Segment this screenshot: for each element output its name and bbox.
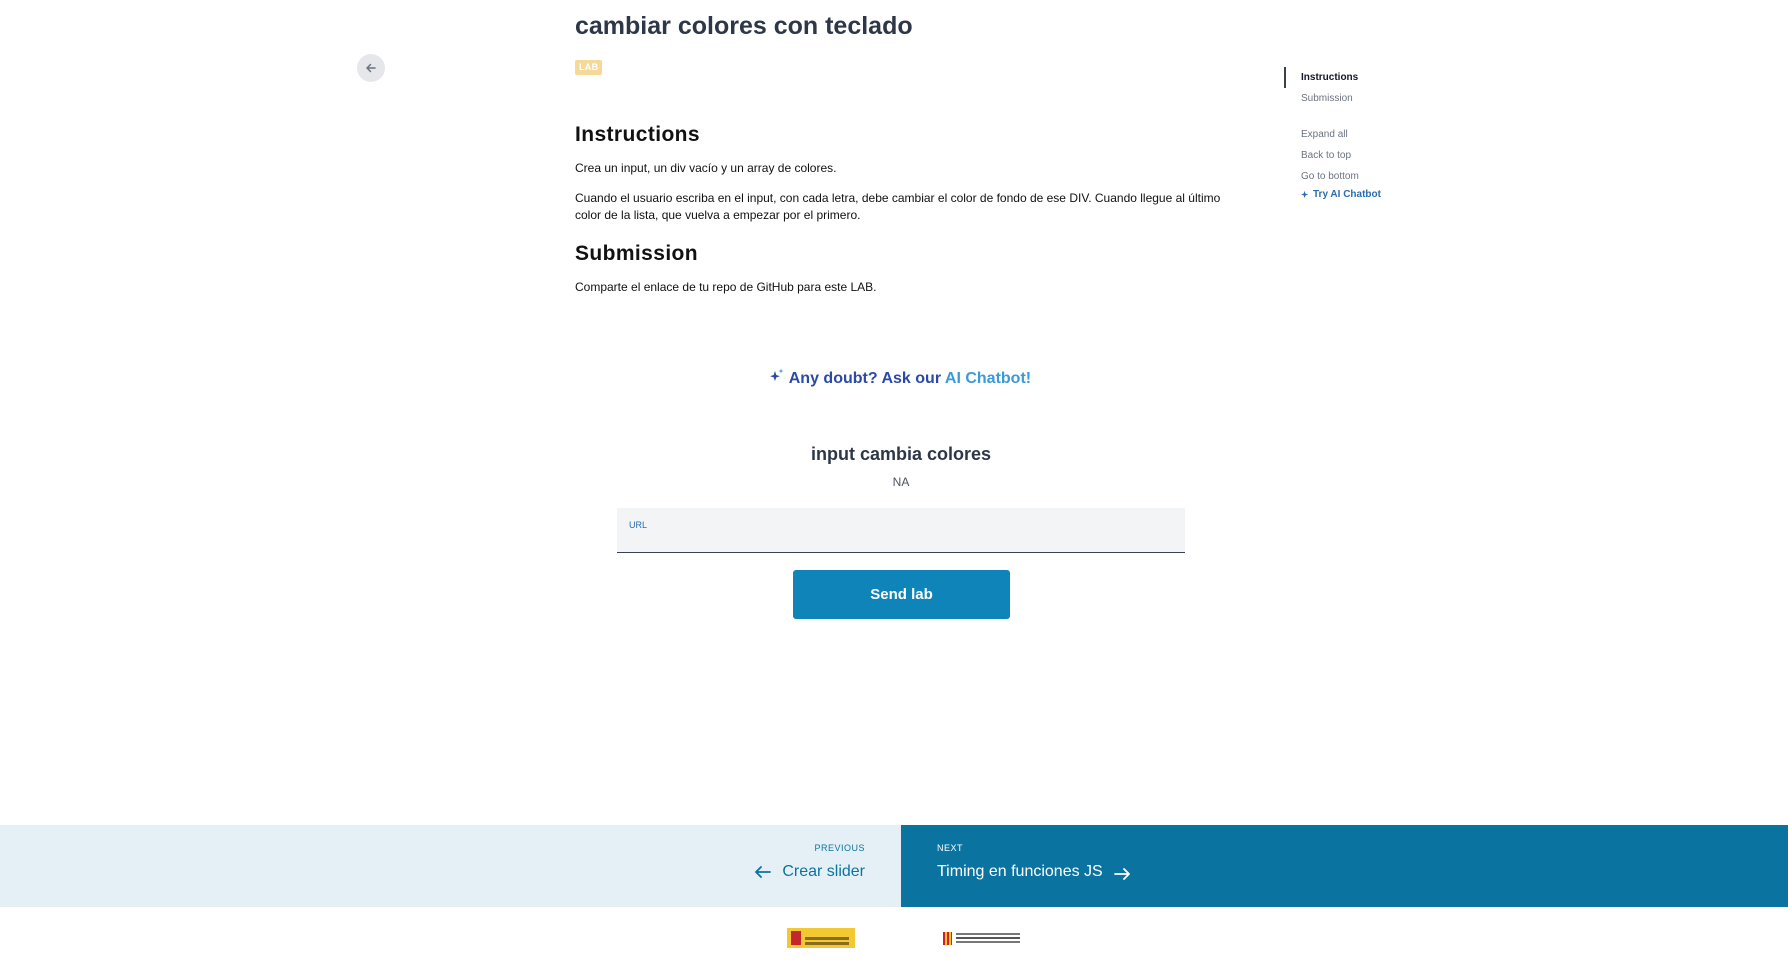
url-label: URL — [629, 520, 648, 530]
arrow-right-icon — [1113, 868, 1130, 880]
toc-ai-label: Try AI Chatbot — [1313, 189, 1381, 200]
instructions-heading: Instructions — [575, 123, 700, 146]
toc-item-submission[interactable]: Submission — [1301, 93, 1353, 104]
lab-badge: LAB — [575, 60, 603, 75]
chatbot-prefix: Any doubt? Ask our — [788, 370, 945, 387]
sparkle-icon — [1301, 190, 1309, 199]
next-title: Timing en funciones JS — [937, 863, 1103, 880]
toc-back-to-top[interactable]: Back to top — [1301, 150, 1351, 161]
previous-label: PREVIOUS — [814, 843, 865, 853]
arrow-left-icon — [366, 63, 376, 73]
generalitat-catalunya-logo — [943, 928, 1023, 948]
previous-lesson-link[interactable]: PREVIOUS Crear slider — [0, 825, 901, 907]
next-lesson-link[interactable]: NEXT Timing en funciones JS — [901, 825, 1788, 907]
send-lab-button[interactable]: Send lab — [793, 570, 1010, 619]
toc-item-instructions[interactable]: Instructions — [1301, 72, 1358, 83]
ai-chatbot-link[interactable]: Any doubt? Ask our AI Chatbot! — [0, 368, 1788, 388]
toc-try-ai-chatbot[interactable]: Try AI Chatbot — [1301, 189, 1381, 200]
arrow-left-icon — [755, 866, 772, 878]
form-subtitle: NA — [892, 475, 910, 489]
next-label: NEXT — [937, 843, 964, 853]
instructions-paragraph-2: Cuando el usuario escriba en el input, c… — [575, 191, 1221, 222]
toc-go-to-bottom[interactable]: Go to bottom — [1301, 171, 1359, 182]
toc-expand-all[interactable]: Expand all — [1301, 129, 1348, 140]
submission-heading: Submission — [575, 242, 699, 265]
sparkle-icon — [769, 368, 784, 381]
url-field[interactable]: URL — [617, 508, 1185, 553]
toc-active-indicator — [1284, 67, 1286, 88]
previous-title: Crear slider — [782, 863, 865, 880]
back-button[interactable] — [357, 54, 385, 82]
submission-paragraph: Comparte el enlace de tu repo de GitHub … — [575, 280, 877, 294]
chatbot-link-text: AI Chatbot! — [944, 370, 1032, 387]
spain-government-logo — [787, 928, 855, 948]
url-input[interactable] — [629, 532, 1173, 552]
page-title: cambiar colores con teclado — [575, 12, 913, 40]
instructions-paragraph-1: Crea un input, un div vacío y un array d… — [575, 161, 837, 175]
form-title: input cambia colores — [810, 444, 992, 464]
